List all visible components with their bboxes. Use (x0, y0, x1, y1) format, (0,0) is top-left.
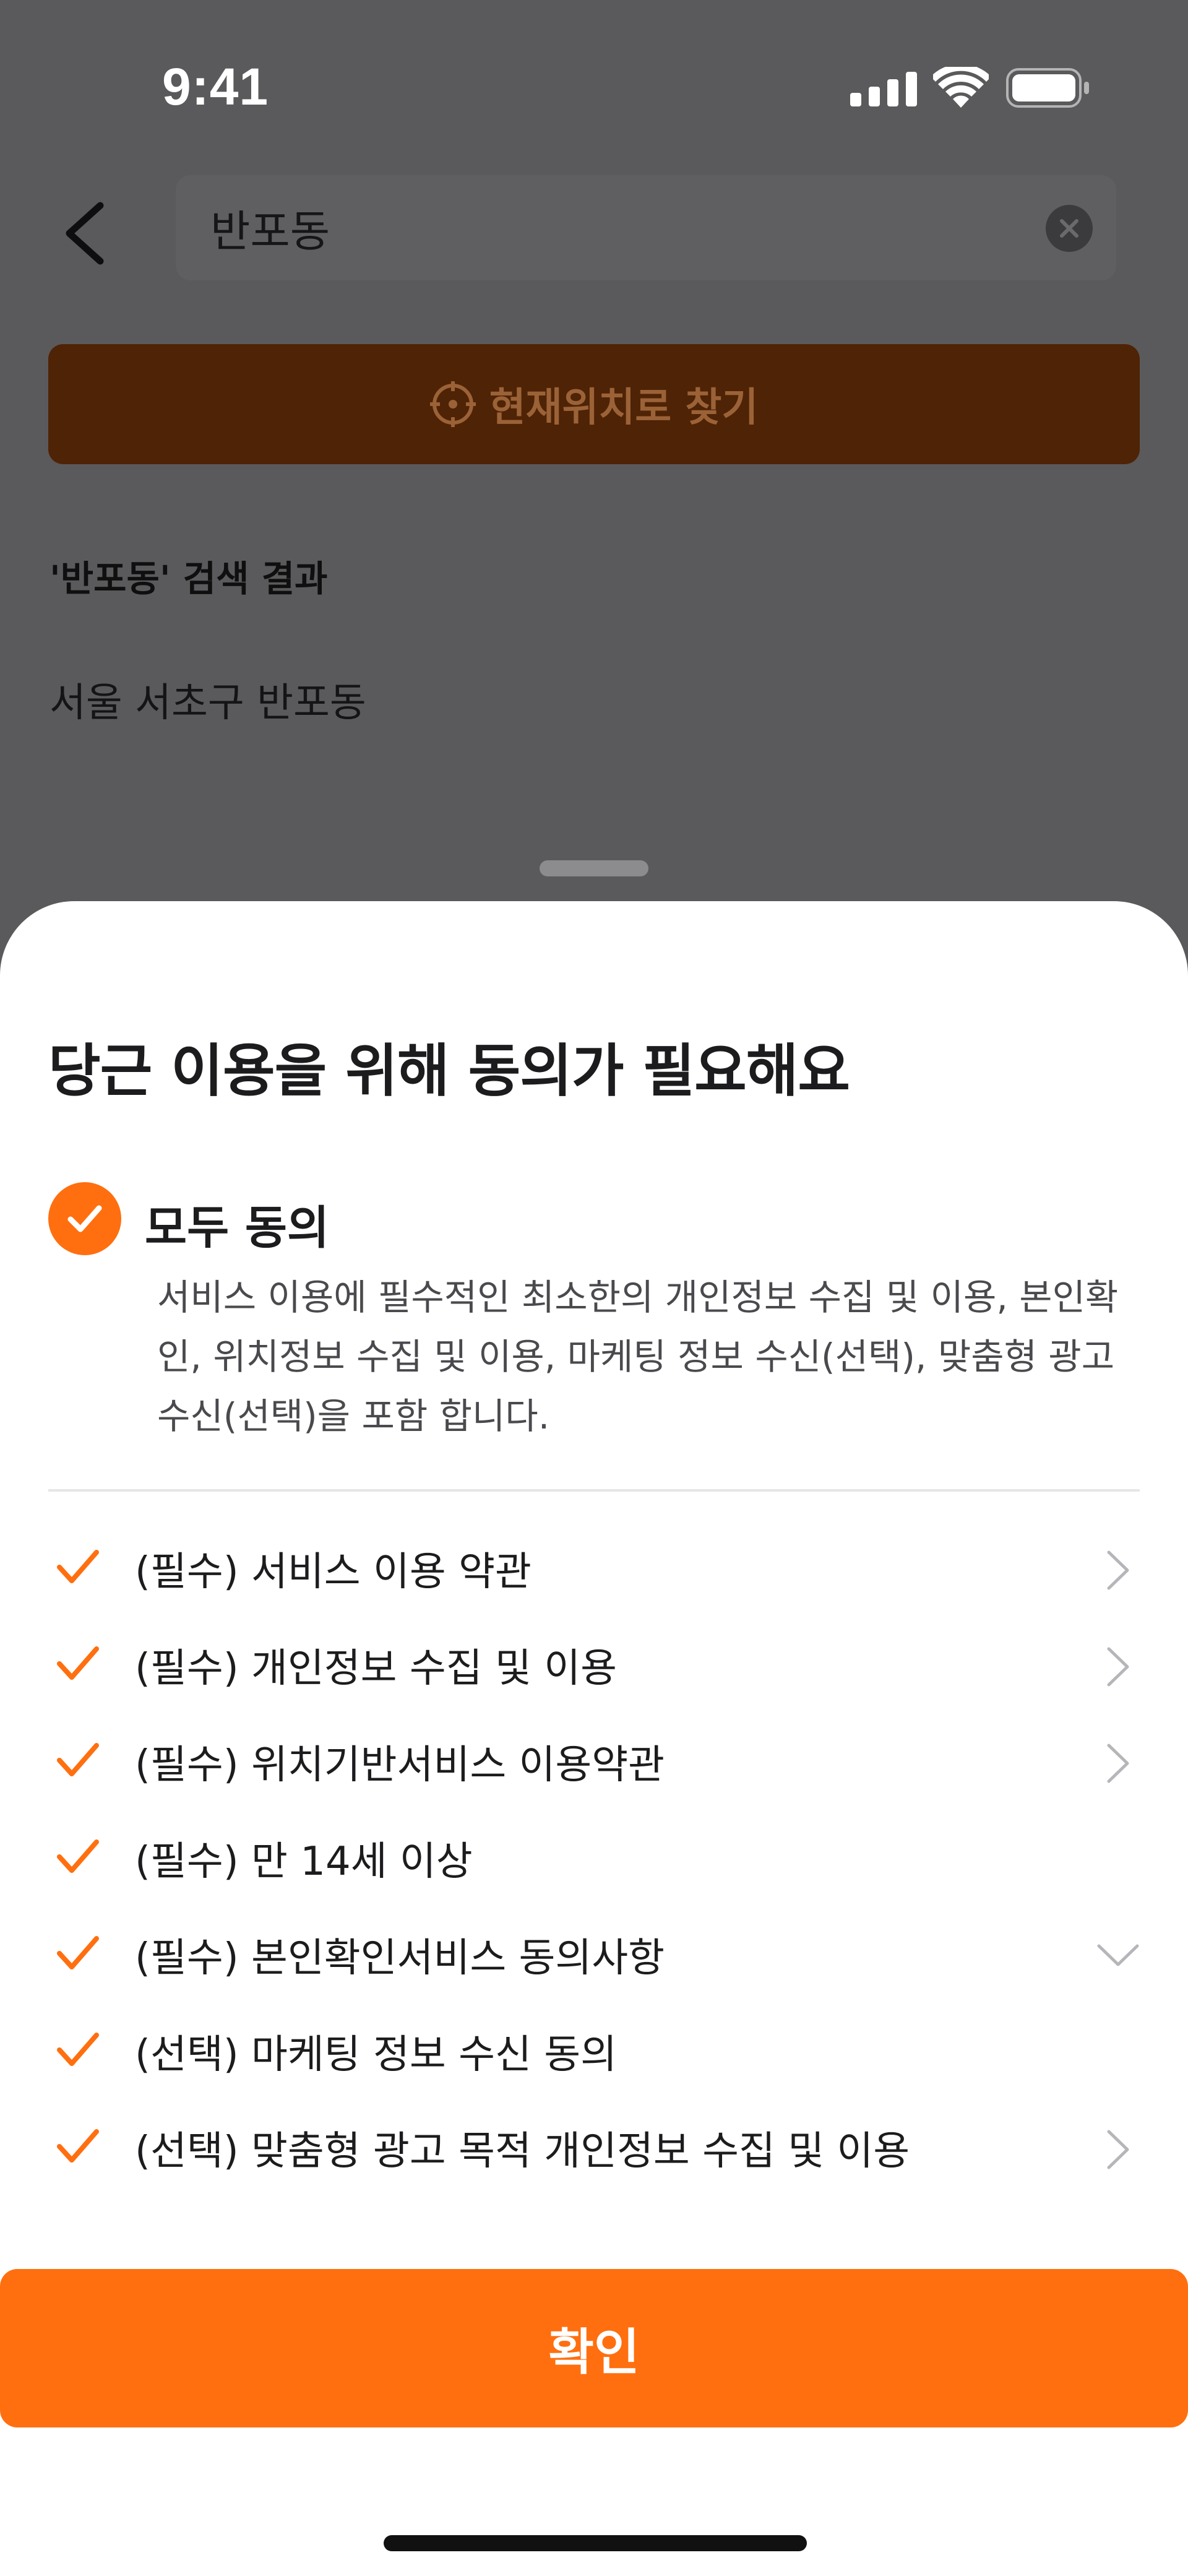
back-button[interactable] (56, 199, 118, 267)
current-location-button[interactable]: 현재위치로 찾기 (48, 344, 1140, 464)
search-results-title: '반포동' 검색 결과 (50, 558, 328, 600)
agree-all-description: 서비스 이용에 필수적인 최소한의 개인정보 수집 및 이용, 본인확인, 위치… (157, 1276, 1119, 1437)
search-result-item[interactable]: 서울 서초구 반포동 (50, 671, 366, 728)
term-label: (필수) 본인확인서비스 동의사항 (135, 1935, 665, 1981)
sheet-title: 당근 이용을 위해 동의가 필요해요 (48, 1038, 850, 1104)
clear-icon (1060, 219, 1078, 238)
agree-all-label: 모두 동의 (145, 1201, 330, 1255)
checkmark-icon[interactable] (56, 2030, 100, 2070)
term-label: (선택) 마케팅 정보 수신 동의 (135, 2032, 617, 2078)
chevron-down-icon[interactable] (1095, 1937, 1141, 1972)
checkmark-icon[interactable] (56, 1644, 100, 1683)
checkmark-icon (67, 1205, 102, 1232)
home-indicator (384, 2535, 807, 2551)
term-row-age-14[interactable]: (필수) 만 14세 이상 (0, 1810, 1188, 1906)
term-label: (필수) 서비스 이용 약관 (135, 1549, 532, 1595)
current-location-label: 현재위치로 찾기 (489, 385, 759, 431)
chevron-right-icon[interactable] (1103, 1645, 1134, 1688)
checkmark-icon[interactable] (56, 2127, 100, 2166)
checkmark-icon[interactable] (56, 1740, 100, 1780)
term-label: (필수) 위치기반서비스 이용약관 (135, 1742, 665, 1788)
agree-all-checkbox[interactable] (48, 1182, 121, 1255)
term-row-location-terms[interactable]: (필수) 위치기반서비스 이용약관 (0, 1713, 1188, 1810)
battery-icon (1006, 68, 1089, 108)
chevron-left-icon (66, 202, 104, 265)
confirm-button[interactable]: 확인 (0, 2269, 1188, 2427)
search-box (176, 175, 1116, 280)
term-row-marketing[interactable]: (선택) 마케팅 정보 수신 동의 (0, 2003, 1188, 2099)
clear-button[interactable] (1046, 205, 1093, 252)
sheet-drag-handle[interactable] (540, 860, 648, 876)
chevron-right-icon[interactable] (1103, 1549, 1134, 1592)
term-row-service-terms[interactable]: (필수) 서비스 이용 약관 (0, 1520, 1188, 1617)
term-row-ad-personalization[interactable]: (선택) 맞춤형 광고 목적 개인정보 수집 및 이용 (0, 2099, 1188, 2196)
term-row-privacy-collection[interactable]: (필수) 개인정보 수집 및 이용 (0, 1617, 1188, 1713)
term-label: (필수) 개인정보 수집 및 이용 (135, 1646, 617, 1692)
term-row-identity-verification[interactable]: (필수) 본인확인서비스 동의사항 (0, 1906, 1188, 2003)
divider (48, 1489, 1140, 1492)
checkmark-icon[interactable] (56, 1934, 100, 1973)
cellular-signal-icon (850, 72, 917, 106)
chevron-right-icon[interactable] (1103, 2128, 1134, 2171)
consent-bottom-sheet: 당근 이용을 위해 동의가 필요해요 모두 동의 서비스 이용에 필수적인 최소… (0, 901, 1188, 2576)
checkmark-icon[interactable] (56, 1547, 100, 1587)
checkmark-icon[interactable] (56, 1837, 100, 1877)
term-label: (선택) 맞춤형 광고 목적 개인정보 수집 및 이용 (135, 2129, 910, 2174)
search-bar (0, 173, 1188, 291)
chevron-right-icon[interactable] (1103, 1742, 1134, 1785)
term-label: (필수) 만 14세 이상 (135, 1839, 473, 1885)
wifi-icon (933, 67, 989, 108)
crosshair-icon (429, 381, 476, 427)
status-bar: 9:41 (0, 0, 1188, 173)
status-time: 9:41 (162, 58, 269, 116)
search-input[interactable] (210, 175, 1015, 280)
agree-all-row[interactable]: 모두 동의 (48, 1177, 1162, 1258)
